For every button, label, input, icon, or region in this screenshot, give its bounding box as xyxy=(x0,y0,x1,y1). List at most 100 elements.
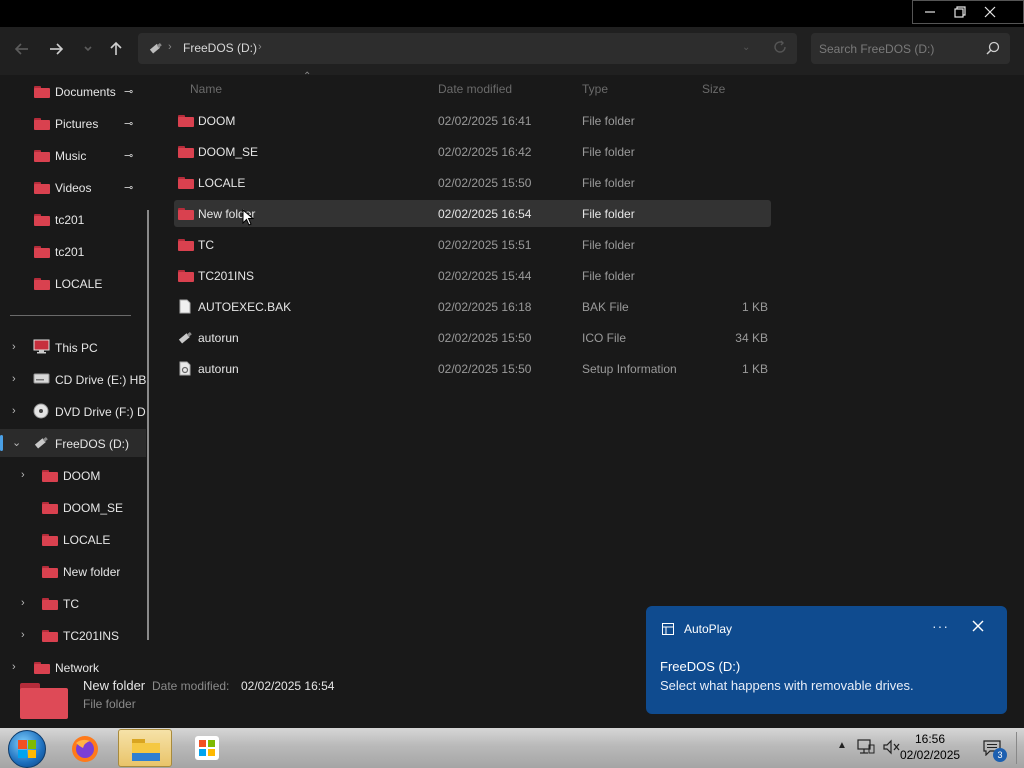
breadcrumb[interactable]: FreeDOS (D:) xyxy=(183,41,257,55)
taskbar-file-explorer[interactable] xyxy=(118,729,172,767)
file-row-tc201ins[interactable]: TC201INS 02/02/2025 15:44 File folder xyxy=(174,262,771,289)
folder-icon xyxy=(178,146,194,158)
sidebar-item-tc[interactable]: › TC xyxy=(0,589,146,617)
settings-file-icon xyxy=(179,361,191,379)
chevron-right-icon[interactable]: › xyxy=(21,469,25,481)
sidebar-item-music[interactable]: Music ⊸ xyxy=(0,141,146,169)
file-name: LOCALE xyxy=(198,176,246,190)
folder-icon xyxy=(178,115,194,127)
pin-icon[interactable]: ⊸ xyxy=(124,181,133,194)
sidebar-item-doom[interactable]: › DOOM xyxy=(0,461,146,489)
file-row-locale[interactable]: LOCALE 02/02/2025 15:50 File folder xyxy=(174,169,771,196)
file-size: 34 KB xyxy=(735,331,768,345)
file-row-tc[interactable]: TC 02/02/2025 15:51 File folder xyxy=(174,231,771,258)
sidebar-item-label: Documents xyxy=(55,85,116,99)
notification-count-badge: 3 xyxy=(993,748,1007,762)
file-row-autoexec-bak[interactable]: AUTOEXEC.BAK 02/02/2025 16:18 BAK File 1… xyxy=(174,293,771,320)
sidebar-item-locale[interactable]: LOCALE xyxy=(0,269,146,297)
file-type: File folder xyxy=(582,176,635,190)
sidebar-item-label: This PC xyxy=(55,341,98,355)
sidebar-item-label: tc201 xyxy=(55,245,85,259)
address-bar[interactable]: › FreeDOS (D:) › ⌄ xyxy=(138,33,797,64)
folder-icon xyxy=(42,470,58,482)
address-history-icon[interactable]: ⌄ xyxy=(742,42,750,53)
chevron-right-icon[interactable]: › xyxy=(21,629,25,641)
taskbar-firefox[interactable] xyxy=(58,729,112,767)
chevron-right-icon[interactable]: › xyxy=(12,341,16,353)
more-options-icon[interactable]: ··· xyxy=(932,618,949,634)
sidebar-item-label: DVD Drive (F:) D xyxy=(55,405,146,419)
pin-icon[interactable]: ⊸ xyxy=(124,117,133,130)
up-button[interactable] xyxy=(104,37,128,61)
folder-icon xyxy=(178,239,194,251)
forward-button[interactable] xyxy=(44,37,68,61)
sidebar-item-locale-sub[interactable]: LOCALE xyxy=(0,525,146,553)
file-type: File folder xyxy=(582,207,635,221)
pictures-folder-icon xyxy=(34,118,50,130)
clock[interactable]: 16:56 02/02/2025 xyxy=(900,731,960,763)
taskbar-store[interactable] xyxy=(180,729,234,767)
sidebar-item-tc201[interactable]: tc201 xyxy=(0,205,146,233)
sidebar-item-videos[interactable]: Videos ⊸ xyxy=(0,173,146,201)
network-icon[interactable] xyxy=(857,739,875,758)
file-date: 02/02/2025 16:41 xyxy=(438,114,532,128)
file-row-new-folder[interactable]: New folder 02/02/2025 16:54 File folder xyxy=(174,200,771,227)
chevron-right-icon[interactable]: › xyxy=(12,405,16,417)
chevron-right-icon[interactable]: › xyxy=(12,373,16,385)
show-desktop-button[interactable] xyxy=(1016,732,1017,764)
sidebar-item-dvd-drive[interactable]: › DVD Drive (F:) D xyxy=(0,397,146,425)
file-row-autorun-ico[interactable]: autorun 02/02/2025 15:50 ICO File 34 KB xyxy=(174,324,771,351)
sidebar-scrollbar[interactable] xyxy=(147,210,149,640)
sidebar-item-label: Videos xyxy=(55,181,92,195)
chevron-down-icon[interactable]: ⌄ xyxy=(12,436,21,449)
file-row-doom-se[interactable]: DOOM_SE 02/02/2025 16:42 File folder xyxy=(174,138,771,165)
sidebar-item-cd-drive[interactable]: › CD Drive (E:) HB xyxy=(0,365,146,393)
folder-icon xyxy=(42,502,58,514)
sidebar-item-network[interactable]: › Network xyxy=(0,653,146,675)
search-box[interactable]: Search FreeDOS (D:) xyxy=(811,33,1010,64)
dvd-drive-icon xyxy=(33,403,50,422)
recent-locations-button[interactable] xyxy=(76,37,100,61)
close-icon[interactable] xyxy=(972,620,984,635)
file-type: File folder xyxy=(582,145,635,159)
file-type: File folder xyxy=(582,269,635,283)
chevron-right-icon[interactable]: › xyxy=(258,41,262,53)
sidebar-item-freedos-drive[interactable]: ⌄ FreeDOS (D:) xyxy=(0,429,146,457)
pin-icon[interactable]: ⊸ xyxy=(124,149,133,162)
file-date: 02/02/2025 15:50 xyxy=(438,331,532,345)
close-button[interactable] xyxy=(972,0,1008,24)
sidebar-item-pictures[interactable]: Pictures ⊸ xyxy=(0,109,146,137)
search-placeholder: Search FreeDOS (D:) xyxy=(819,42,935,56)
sidebar-item-label: LOCALE xyxy=(63,533,111,547)
column-header-name[interactable]: Name xyxy=(190,82,222,96)
column-header-size[interactable]: Size xyxy=(702,82,725,96)
sidebar-item-documents[interactable]: Documents ⊸ xyxy=(0,77,146,105)
refresh-icon[interactable] xyxy=(772,39,788,58)
sidebar-item-tc201-2[interactable]: tc201 xyxy=(0,237,146,265)
back-button[interactable] xyxy=(10,37,34,61)
pin-icon[interactable]: ⊸ xyxy=(124,85,133,98)
sidebar-item-new-folder[interactable]: New folder xyxy=(0,557,146,585)
column-header-date[interactable]: Date modified xyxy=(438,82,512,96)
chevron-right-icon[interactable]: › xyxy=(21,597,25,609)
start-button[interactable] xyxy=(8,730,46,768)
sidebar-item-doom-se[interactable]: DOOM_SE xyxy=(0,493,146,521)
restore-icon xyxy=(954,6,966,18)
chevron-right-icon[interactable]: › xyxy=(12,661,16,673)
music-folder-icon xyxy=(34,150,50,162)
file-row-doom[interactable]: DOOM 02/02/2025 16:41 File folder xyxy=(174,107,771,134)
speaker-muted-icon[interactable] xyxy=(883,739,901,758)
search-icon[interactable] xyxy=(986,41,1000,58)
column-header-type[interactable]: Type xyxy=(582,82,608,96)
file-date: 02/02/2025 15:50 xyxy=(438,362,532,376)
autoplay-notification[interactable]: AutoPlay ··· FreeDOS (D:) Select what ha… xyxy=(646,606,1007,714)
file-row-autorun-inf[interactable]: autorun 02/02/2025 15:50 Setup Informati… xyxy=(174,355,771,382)
file-name: TC xyxy=(198,238,214,252)
folder-icon xyxy=(42,630,58,642)
sidebar-item-tc201ins[interactable]: › TC201INS xyxy=(0,621,146,649)
arrow-up-icon xyxy=(110,41,122,55)
file-date: 02/02/2025 16:42 xyxy=(438,145,532,159)
sidebar-item-label: TC xyxy=(63,597,79,611)
chevron-up-icon[interactable]: ▲ xyxy=(837,740,847,751)
sidebar-item-this-pc[interactable]: › This PC xyxy=(0,333,146,361)
